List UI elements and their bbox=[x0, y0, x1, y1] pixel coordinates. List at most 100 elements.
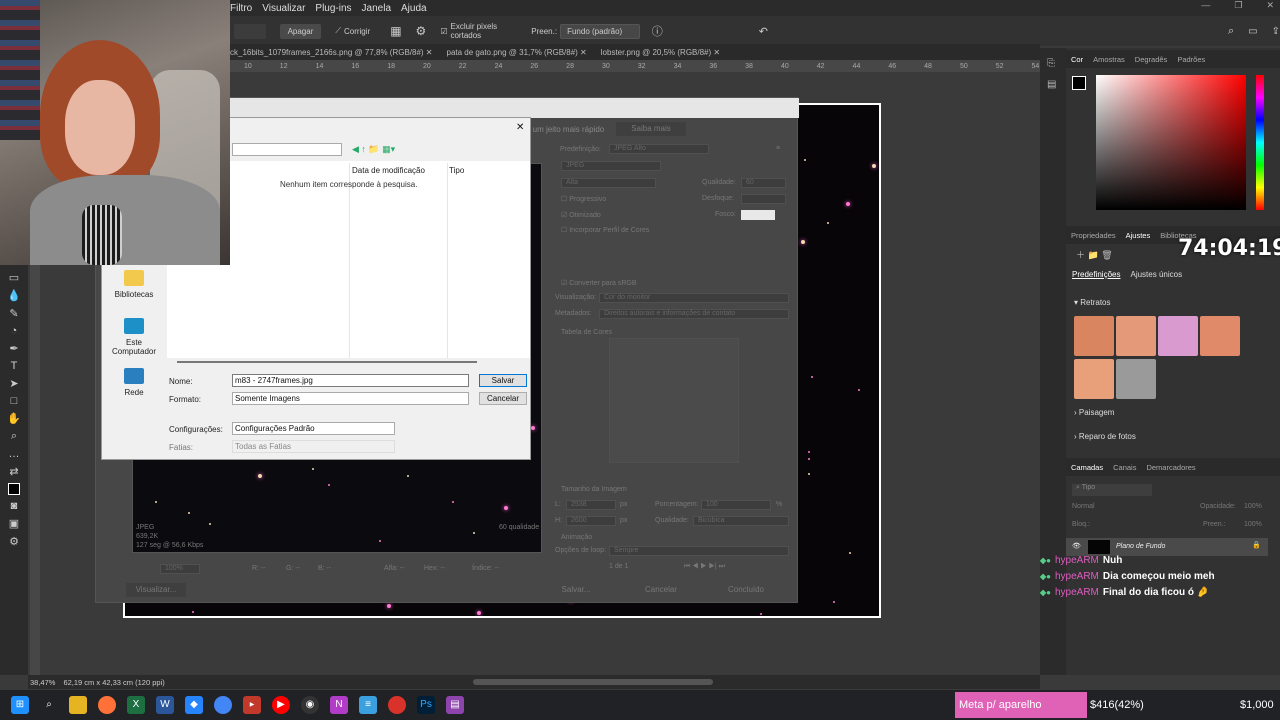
preset-select[interactable]: JPEG Alto bbox=[609, 144, 709, 154]
menu-window[interactable]: Janela bbox=[362, 3, 391, 14]
tab-document-2[interactable]: pata de gato.png @ 31,7% (RGB/8#) ✕ bbox=[447, 48, 587, 57]
optimized-checkbox[interactable]: ☑ Otimizado bbox=[561, 211, 601, 219]
tab-layers[interactable]: Camadas bbox=[1071, 463, 1103, 472]
delete-cropped-checkbox[interactable]: ☑ bbox=[440, 27, 447, 36]
fill-select[interactable]: Fundo (padrão) bbox=[560, 23, 640, 39]
windows-icon[interactable]: ⊞ bbox=[11, 696, 29, 714]
tab-document-3[interactable]: lobster.png @ 20,5% (RGB/8#) ✕ bbox=[601, 48, 720, 57]
preset-thumbnail[interactable] bbox=[1074, 359, 1114, 399]
preset-menu-icon[interactable]: ≡ bbox=[776, 145, 780, 152]
erase-button[interactable]: Apagar bbox=[279, 23, 322, 39]
tab-patterns[interactable]: Padrões bbox=[1177, 55, 1205, 64]
sfw-cancel-button[interactable]: Cancelar bbox=[636, 583, 686, 597]
filename-input[interactable]: m83 - 2747frames.jpg bbox=[232, 374, 469, 387]
fix-label[interactable]: Corrigir bbox=[344, 27, 370, 36]
quality-preset-select[interactable]: Alta bbox=[561, 178, 656, 188]
progressive-checkbox[interactable]: ☐ Progressivo bbox=[561, 195, 606, 203]
sfw-done-button[interactable]: Concluído bbox=[721, 583, 771, 597]
sidebar-item-libraries[interactable]: Bibliotecas bbox=[108, 270, 160, 299]
fill-input[interactable]: 100% bbox=[1244, 521, 1262, 528]
visibility-eye-icon[interactable]: 👁 bbox=[1072, 542, 1081, 550]
preset-thumbnail[interactable] bbox=[1158, 316, 1198, 356]
hand-tool-icon[interactable]: ✋ bbox=[7, 412, 21, 425]
percent-input[interactable]: 100 bbox=[701, 500, 771, 510]
color-picker-field[interactable] bbox=[1096, 75, 1246, 210]
hue-slider[interactable] bbox=[1256, 75, 1264, 210]
opacity-input[interactable]: 100% bbox=[1244, 503, 1262, 510]
swap-colors-icon[interactable]: ⇄ bbox=[9, 465, 18, 478]
gear-icon[interactable]: ⚙ bbox=[416, 24, 427, 38]
close-icon[interactable]: ✕ bbox=[1266, 0, 1274, 11]
info-icon[interactable]: ⓘ bbox=[652, 23, 663, 39]
video-icon[interactable]: ▶ bbox=[243, 696, 261, 714]
undo-icon[interactable]: ↶ bbox=[759, 25, 768, 38]
matte-swatch[interactable] bbox=[741, 210, 775, 220]
menu-help[interactable]: Ajuda bbox=[401, 3, 427, 14]
sidebar-item-network[interactable]: Rede bbox=[108, 368, 160, 397]
avast-icon[interactable] bbox=[388, 696, 406, 714]
photoshop-icon[interactable]: Ps bbox=[417, 696, 435, 714]
marquee-tool-icon[interactable]: ▭ bbox=[9, 271, 19, 284]
cancel-button[interactable]: Cancelar bbox=[479, 392, 527, 405]
restore-icon[interactable]: ❐ bbox=[1234, 0, 1242, 11]
dodge-tool-icon[interactable]: ◔ bbox=[11, 325, 18, 337]
screen-mode-icon[interactable]: ▣ bbox=[9, 517, 19, 530]
col-type[interactable]: Tipo bbox=[449, 166, 464, 175]
search-icon[interactable]: ⌕ bbox=[1228, 25, 1234, 38]
tab-single-adjustments[interactable]: Ajustes únicos bbox=[1130, 270, 1182, 279]
tab-color[interactable]: Cor bbox=[1071, 55, 1083, 64]
word-icon[interactable]: W bbox=[156, 696, 174, 714]
notepad-icon[interactable]: ≡ bbox=[359, 696, 377, 714]
straighten-icon[interactable]: ⟋ bbox=[335, 26, 341, 36]
tab-paths[interactable]: Demarcadores bbox=[1146, 463, 1195, 472]
loop-select[interactable]: Sempre bbox=[609, 546, 789, 556]
embed-profile-checkbox[interactable]: ☐ Incorporar Perfil de Cores bbox=[561, 226, 649, 234]
excel-icon[interactable]: X bbox=[127, 696, 145, 714]
preset-thumbnail[interactable] bbox=[1074, 316, 1114, 356]
preset-thumbnail[interactable] bbox=[1200, 316, 1240, 356]
comments-icon[interactable]: ▤ bbox=[1047, 79, 1066, 90]
chrome-icon[interactable] bbox=[214, 696, 232, 714]
nav-icons[interactable]: ◀ ↑ 📁 ▦▾ bbox=[352, 144, 395, 155]
preview-button[interactable]: Visualizar... bbox=[126, 583, 186, 597]
pen-tool-icon[interactable]: ✒ bbox=[9, 342, 18, 355]
zoom-level[interactable]: 38,47% bbox=[30, 678, 55, 687]
tab-gradients[interactable]: Degradês bbox=[1135, 55, 1168, 64]
tab-swatches[interactable]: Amostras bbox=[1093, 55, 1125, 64]
format-select[interactable]: JPEG bbox=[561, 161, 661, 171]
workspace-icon[interactable]: ▭ bbox=[1248, 26, 1257, 37]
blend-mode-select[interactable]: Normal bbox=[1072, 503, 1152, 510]
horizontal-scrollbar[interactable] bbox=[472, 679, 713, 685]
share-icon[interactable]: ⇪ bbox=[1272, 26, 1280, 37]
rectangle-tool-icon[interactable]: □ bbox=[11, 395, 18, 407]
preset-thumbnail[interactable] bbox=[1116, 316, 1156, 356]
onenote-icon[interactable]: N bbox=[330, 696, 348, 714]
tab-document-1[interactable]: ck_16bits_1079frames_2166s.png @ 77,8% (… bbox=[230, 48, 433, 57]
sfw-save-button[interactable]: Salvar... bbox=[551, 583, 601, 597]
height-input[interactable]: 2600 bbox=[566, 516, 616, 526]
sidebar-item-computer[interactable]: Este Computador bbox=[108, 318, 160, 356]
save-button[interactable]: Salvar bbox=[479, 374, 527, 387]
brush-tool-icon[interactable]: ✎ bbox=[9, 307, 18, 320]
close-icon[interactable]: ✕ bbox=[516, 122, 524, 133]
more-tools-icon[interactable]: … bbox=[9, 448, 20, 460]
convert-srgb-checkbox[interactable]: ☑ Converter para sRGB bbox=[561, 279, 637, 287]
settings-select[interactable]: Configurações Padrão bbox=[232, 422, 395, 435]
obs-icon[interactable]: ◉ bbox=[301, 696, 319, 714]
metadata-select[interactable]: Direitos autorais e informações de conta… bbox=[599, 309, 789, 319]
learn-more-button[interactable]: Saiba mais bbox=[616, 122, 686, 136]
blur-tool-icon[interactable]: 💧 bbox=[7, 289, 21, 302]
zoom-tool-icon[interactable]: ⌕ bbox=[11, 430, 17, 443]
format-select[interactable]: Somente Imagens bbox=[232, 392, 469, 405]
edit-toolbar-icon[interactable]: ⚙ bbox=[9, 535, 19, 548]
resample-select[interactable]: Bicúbica bbox=[693, 516, 789, 526]
quality-input[interactable]: 60 bbox=[741, 178, 786, 188]
menu-filter[interactable]: Filtro bbox=[230, 3, 252, 14]
winrar-icon[interactable]: ▤ bbox=[446, 696, 464, 714]
foreground-color-swatch[interactable] bbox=[8, 483, 20, 495]
group-photo-repair[interactable]: › Reparo de fotos bbox=[1074, 432, 1136, 441]
quick-mask-icon[interactable]: ◙ bbox=[11, 500, 18, 512]
preset-thumbnail[interactable] bbox=[1116, 359, 1156, 399]
layer-kind-filter[interactable]: ⌕ Tipo bbox=[1072, 484, 1152, 496]
firefox-icon[interactable] bbox=[98, 696, 116, 714]
